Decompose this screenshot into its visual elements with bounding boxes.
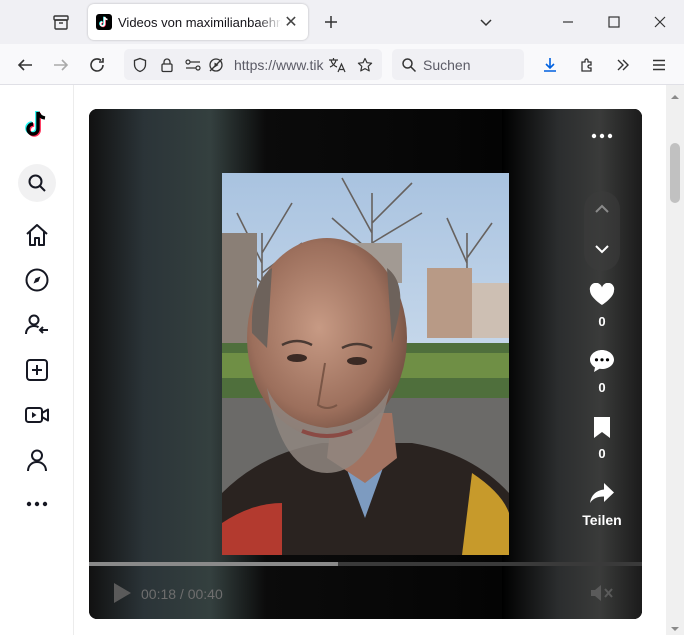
bookmark-icon[interactable] [588, 413, 616, 441]
page-scrollbar[interactable] [666, 85, 684, 635]
minimize-icon[interactable] [553, 7, 583, 37]
chevron-down-icon[interactable] [475, 11, 497, 33]
live-video-icon[interactable] [18, 396, 56, 434]
tab-title: Videos von maximilianbaehring [118, 14, 282, 30]
tab-bar: Videos von maximilianbaehring ✕ [0, 0, 684, 44]
share-arrow-icon[interactable] [588, 479, 616, 507]
scroll-up-arrow-icon[interactable] [670, 89, 680, 99]
video-navigation [584, 191, 620, 271]
back-arrow-icon[interactable] [13, 53, 37, 77]
following-user-icon[interactable] [18, 306, 56, 344]
muted-speaker-icon[interactable] [589, 582, 615, 604]
overflow-chevrons-icon[interactable] [611, 53, 635, 77]
maximize-icon[interactable] [599, 7, 629, 37]
translate-icon[interactable] [328, 56, 346, 74]
play-icon[interactable] [111, 581, 133, 605]
heart-icon[interactable] [588, 281, 616, 309]
more-options-icon[interactable] [587, 125, 617, 147]
video-player[interactable]: 0 0 0 Teilen 00:18 / 00:40 [89, 109, 642, 619]
scroll-thumb[interactable] [670, 143, 680, 203]
share-label: Teilen [582, 512, 622, 528]
comment-action[interactable]: 0 [575, 347, 629, 395]
chevron-up-icon[interactable] [590, 197, 614, 221]
page-content: 0 0 0 Teilen 00:18 / 00:40 [0, 85, 684, 635]
search-icon [400, 56, 418, 74]
new-tab-icon[interactable] [320, 11, 342, 33]
save-count: 0 [598, 446, 606, 461]
save-action[interactable]: 0 [575, 413, 629, 461]
bookmark-star-icon[interactable] [356, 56, 374, 74]
home-icon[interactable] [18, 216, 56, 254]
autoplay-blocked-icon[interactable] [207, 56, 225, 74]
navigation-bar: https://www.tik Suchen [0, 44, 684, 85]
tiktok-logo-icon[interactable] [18, 105, 56, 143]
scroll-down-arrow-icon[interactable] [670, 621, 680, 631]
comment-bubble-icon[interactable] [588, 347, 616, 375]
search-icon[interactable] [18, 164, 56, 202]
lock-icon[interactable] [158, 56, 176, 74]
progress-fill [89, 562, 338, 566]
video-still-image [222, 173, 509, 555]
time-display: 00:18 / 00:40 [141, 586, 223, 602]
permissions-icon[interactable] [184, 56, 202, 74]
downloads-icon[interactable] [538, 53, 562, 77]
forward-arrow-icon[interactable] [49, 53, 73, 77]
close-window-icon[interactable] [645, 7, 675, 37]
tab-list-icon[interactable] [50, 11, 72, 33]
share-action[interactable]: Teilen [575, 479, 629, 528]
active-tab[interactable]: Videos von maximilianbaehring ✕ [88, 4, 308, 40]
like-count: 0 [598, 314, 606, 329]
more-dots-icon[interactable] [18, 485, 56, 523]
explore-compass-icon[interactable] [18, 261, 56, 299]
upload-plus-icon[interactable] [18, 351, 56, 389]
hamburger-menu-icon[interactable] [647, 53, 671, 77]
like-action[interactable]: 0 [575, 281, 629, 329]
tiktok-favicon-icon [96, 14, 112, 30]
url-text[interactable]: https://www.tik [234, 57, 324, 73]
video-frame[interactable] [222, 173, 509, 555]
shield-icon[interactable] [131, 56, 149, 74]
profile-icon[interactable] [18, 441, 56, 479]
chevron-down-icon[interactable] [590, 237, 614, 261]
search-placeholder: Suchen [423, 57, 471, 73]
extensions-icon[interactable] [575, 53, 599, 77]
reload-icon[interactable] [85, 53, 109, 77]
url-bar[interactable]: https://www.tik [124, 49, 382, 80]
sidebar [0, 85, 74, 635]
close-tab-icon[interactable]: ✕ [282, 13, 300, 31]
search-bar[interactable]: Suchen [392, 49, 524, 80]
progress-bar[interactable] [89, 562, 642, 566]
comment-count: 0 [598, 380, 606, 395]
